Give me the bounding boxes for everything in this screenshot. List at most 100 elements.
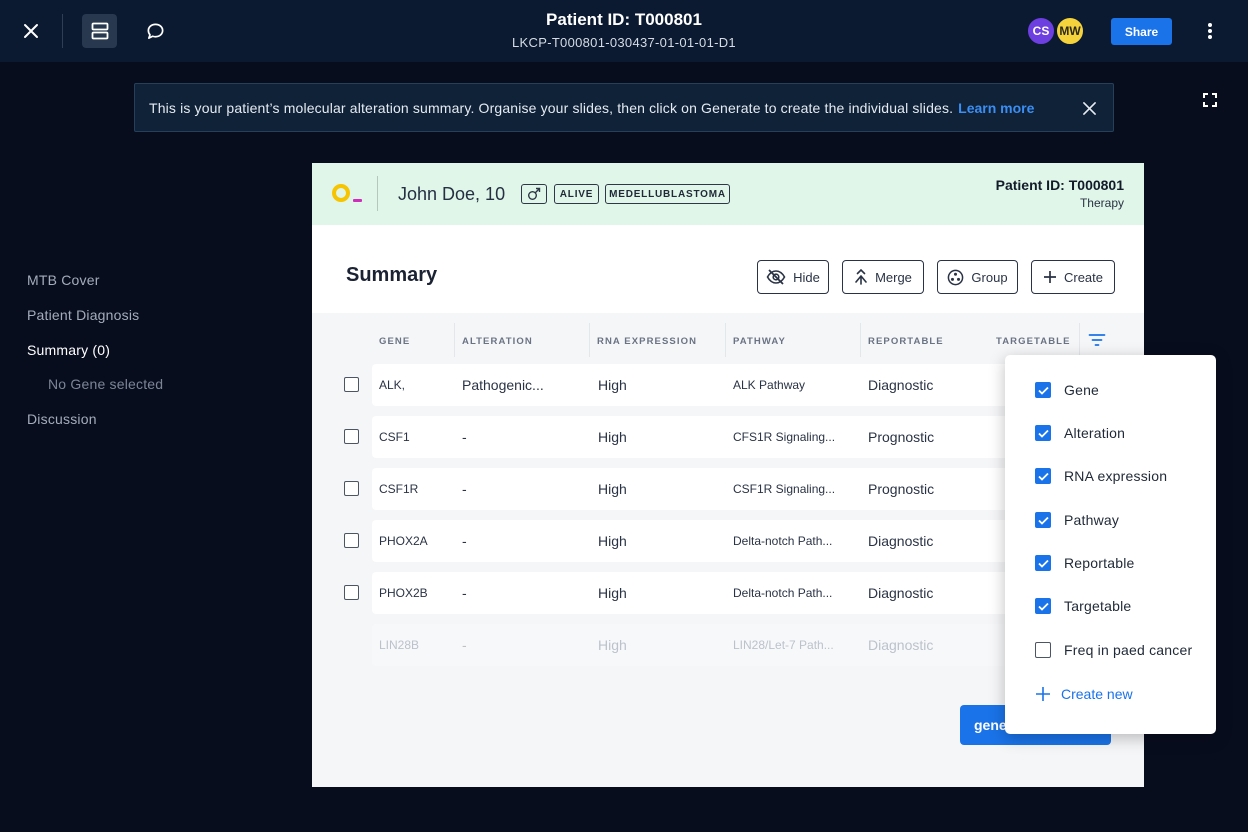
menu-option-reportable[interactable]: Reportable: [1035, 553, 1135, 573]
nav-subitem-no-gene: No Gene selected: [48, 376, 164, 392]
pathway-cell: CFS1R Signaling...: [733, 430, 836, 444]
plus-icon: [1043, 271, 1056, 283]
alteration-cell: -: [462, 533, 467, 549]
avatar[interactable]: CS: [1026, 16, 1056, 46]
share-button[interactable]: Share: [1111, 18, 1172, 45]
plus-icon: [1036, 687, 1050, 701]
learn-more-link[interactable]: Learn more: [958, 100, 1034, 116]
nav-item-patient-diagnosis[interactable]: Patient Diagnosis: [27, 307, 139, 323]
rna-cell: High: [598, 481, 627, 497]
pathway-cell: Delta-notch Path...: [733, 534, 833, 548]
check-icon: [1037, 602, 1049, 611]
menu-option-rna-expression[interactable]: RNA expression: [1035, 466, 1167, 486]
row-checkbox[interactable]: [344, 585, 359, 600]
menu-option-alteration[interactable]: Alteration: [1035, 423, 1125, 443]
nav-item-mtb-cover[interactable]: MTB Cover: [27, 272, 100, 288]
check-icon: [1037, 429, 1049, 438]
column-visibility-menu: Gene Alteration RNA expression Pathway R…: [1005, 355, 1216, 734]
gene-cell: PHOX2A: [379, 534, 428, 548]
banner-close-button[interactable]: [1079, 98, 1099, 118]
menu-option-label: Pathway: [1064, 512, 1120, 528]
rna-cell: High: [598, 377, 627, 393]
rna-cell: High: [598, 585, 627, 601]
column-header-reportable[interactable]: REPORTABLE: [868, 336, 944, 347]
rna-cell: High: [598, 533, 627, 549]
table-row[interactable]: PHOX2A - High Delta-notch Path... Diagno…: [372, 520, 1012, 562]
table-row[interactable]: PHOX2B - High Delta-notch Path... Diagno…: [372, 572, 1012, 614]
patient-name: John Doe, 10: [398, 184, 506, 204]
merge-icon: [855, 269, 867, 285]
column-header-alteration[interactable]: ALTERATION: [462, 336, 533, 347]
sex-badge: [521, 184, 547, 204]
gene-cell: CSF1: [379, 430, 410, 444]
reportable-cell: Diagnostic: [868, 533, 934, 549]
pathway-cell: CSF1R Signaling...: [733, 482, 836, 496]
filter-icon[interactable]: [1088, 333, 1106, 347]
group-button-label: Group: [971, 269, 1008, 285]
slide-section: Therapy: [1079, 196, 1124, 210]
table-row-hidden[interactable]: LIN28B - High LIN28/Let-7 Path... Diagno…: [372, 624, 1012, 666]
checkbox-unchecked[interactable]: [1035, 642, 1051, 658]
summary-title: Summary: [346, 264, 438, 286]
merge-button[interactable]: Merge: [842, 260, 924, 294]
header-divider: [377, 176, 378, 211]
row-checkbox[interactable]: [344, 377, 359, 392]
menu-option-targetable[interactable]: Targetable: [1035, 596, 1131, 616]
gene-cell: ALK,: [379, 378, 406, 392]
create-button[interactable]: Create: [1031, 260, 1115, 294]
menu-option-gene[interactable]: Gene: [1035, 380, 1099, 400]
avatar[interactable]: MW: [1055, 16, 1085, 46]
top-bar: Patient ID: T000801 LKCP-T000801-030437-…: [0, 0, 1248, 62]
group-button[interactable]: Group: [937, 260, 1018, 294]
row-checkbox[interactable]: [344, 429, 359, 444]
checkbox-checked[interactable]: [1035, 555, 1051, 571]
checkbox-checked[interactable]: [1035, 382, 1051, 398]
banner-text: This is your patient’s molecular alterat…: [149, 99, 954, 116]
alteration-cell: -: [462, 637, 467, 653]
table-row[interactable]: ALK, Pathogenic... High ALK Pathway Diag…: [372, 364, 1012, 406]
nav-item-discussion[interactable]: Discussion: [27, 411, 97, 427]
checkbox-checked[interactable]: [1035, 598, 1051, 614]
status-badge: ALIVE: [554, 184, 599, 204]
summary-header: Summary Hide Merge Group Create: [312, 225, 1144, 313]
create-new-label: Create new: [1061, 686, 1133, 702]
column-header-gene[interactable]: GENE: [379, 336, 410, 347]
rna-cell: High: [598, 637, 627, 653]
alteration-cell: Pathogenic...: [462, 377, 544, 393]
fullscreen-button[interactable]: [1200, 90, 1220, 110]
column-header-targetable[interactable]: TARGETABLE: [996, 336, 1071, 347]
slide-patient-id: Patient ID: T000801: [995, 177, 1124, 193]
rna-cell: High: [598, 429, 627, 445]
close-icon: [1082, 101, 1096, 115]
checkbox-checked[interactable]: [1035, 512, 1051, 528]
column-header-pathway[interactable]: PATHWAY: [733, 336, 786, 347]
column-divider: [1079, 323, 1080, 357]
menu-option-label: Gene: [1064, 382, 1100, 398]
reportable-cell: Diagnostic: [868, 377, 934, 393]
checkbox-checked[interactable]: [1035, 425, 1051, 441]
more-options-button[interactable]: [1196, 16, 1224, 46]
hide-button[interactable]: Hide: [757, 260, 829, 294]
check-icon: [1037, 516, 1049, 525]
row-checkbox[interactable]: [344, 481, 359, 496]
pathway-cell: ALK Pathway: [733, 378, 806, 392]
column-divider: [589, 323, 590, 357]
column-header-rna-expression[interactable]: RNA EXPRESSION: [597, 336, 697, 347]
row-checkbox[interactable]: [344, 533, 359, 548]
reportable-cell: Diagnostic: [868, 637, 934, 653]
reportable-cell: Diagnostic: [868, 585, 934, 601]
column-divider: [725, 323, 726, 357]
gene-cell: PHOX2B: [379, 586, 428, 600]
table-row[interactable]: CSF1R - High CSF1R Signaling... Prognost…: [372, 468, 1012, 510]
table-row[interactable]: CSF1 - High CFS1R Signaling... Prognosti…: [372, 416, 1012, 458]
gene-cell: LIN28B: [379, 638, 420, 652]
menu-option-freq-paed-cancer[interactable]: Freq in paed cancer: [1035, 640, 1192, 660]
diagnosis-badge: MEDELLUBLASTOMA: [605, 184, 730, 204]
nav-item-summary[interactable]: Summary (0): [27, 342, 110, 358]
alteration-cell: -: [462, 429, 467, 445]
create-new-column-button[interactable]: Create new: [1035, 686, 1133, 702]
checkbox-checked[interactable]: [1035, 468, 1051, 484]
gene-cell: CSF1R: [379, 482, 419, 496]
menu-option-pathway[interactable]: Pathway: [1035, 510, 1119, 530]
check-icon: [1037, 559, 1049, 568]
